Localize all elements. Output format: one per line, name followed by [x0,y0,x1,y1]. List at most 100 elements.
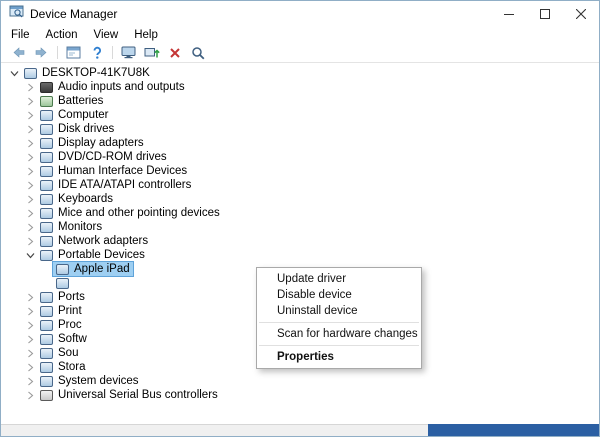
scan-hardware-button[interactable] [186,44,209,62]
chevron-right-icon[interactable] [23,360,37,374]
uninstall-device-icon [169,47,180,58]
maximize-button[interactable] [527,1,563,27]
device-manager-icon [9,5,24,23]
chevron-right-icon[interactable] [23,178,37,192]
tree-item[interactable]: Keyboards [1,192,599,206]
tree-item[interactable]: Disk drives [1,122,599,136]
tree-item[interactable]: System devices [1,374,599,388]
chevron-right-icon[interactable] [23,290,37,304]
usb-icon [40,389,53,401]
tree-item-label: DVD/CD-ROM drives [58,151,167,163]
chevron-right-icon[interactable] [23,374,37,388]
tree-item[interactable]: Computer [1,108,599,122]
chevron-right-icon[interactable] [23,304,37,318]
maximize-icon [540,9,550,19]
tree-item-label: IDE ATA/ATAPI controllers [58,179,192,191]
chevron-right-icon[interactable] [23,108,37,122]
tree-item-label: Computer [58,109,109,121]
window-title: Device Manager [30,7,118,21]
tree-item-label: Stora [58,361,86,373]
context-menu-item[interactable]: Disable device [257,287,421,303]
back-arrow-icon [13,47,25,58]
monitor-icon [121,46,136,59]
chevron-right-icon[interactable] [23,136,37,150]
context-menu-item[interactable]: Scan for hardware changes [257,326,421,342]
update-driver-icon [144,48,160,58]
minimize-button[interactable] [491,1,527,27]
tree-item[interactable]: Portable Devices [1,248,599,262]
chevron-right-icon[interactable] [23,80,37,94]
computer-icon [40,109,53,121]
battery-icon [40,95,53,107]
tree-item[interactable]: Network adapters [1,234,599,248]
tree-item[interactable]: Universal Serial Bus controllers [1,388,599,402]
tree-item-label: Audio inputs and outputs [58,81,185,93]
uninstall-device-button[interactable] [163,44,186,62]
mouse-icon [40,207,53,219]
chevron-down-icon[interactable] [7,66,21,80]
chevron-right-icon[interactable] [23,150,37,164]
system-devices-icon [40,375,53,387]
chevron-right-icon[interactable] [23,220,37,234]
printer-icon [40,305,53,317]
chevron-right-icon[interactable] [23,122,37,136]
tree-item[interactable]: Audio inputs and outputs [1,80,599,94]
hid-icon [40,165,53,177]
chevron-down-icon[interactable] [23,248,37,262]
tree-item-label: Softw [58,333,87,345]
minimize-icon [504,14,514,15]
keyboard-icon [40,193,53,205]
chevron-right-icon[interactable] [23,192,37,206]
tree-item[interactable]: Batteries [1,94,599,108]
tree-item-label: Batteries [58,95,104,107]
chevron-placeholder [39,276,53,290]
chevron-right-icon[interactable] [23,206,37,220]
monitor-icon [40,221,53,233]
chevron-right-icon[interactable] [23,318,37,332]
tree-item-label: Keyboards [58,193,113,205]
tree-item-label: DESKTOP-41K7U8K [42,67,150,79]
tablet-icon [56,263,69,275]
console-window-button[interactable] [62,44,85,62]
tree-item[interactable]: DVD/CD-ROM drives [1,150,599,164]
tree-item[interactable]: Monitors [1,220,599,234]
update-driver-button[interactable] [140,44,163,62]
menu-help[interactable]: Help [126,28,166,42]
display-adapter-icon [40,137,53,149]
tree-item[interactable]: Human Interface Devices [1,164,599,178]
portable-devices-icon [40,249,53,261]
close-button[interactable] [563,1,599,27]
help-button[interactable] [85,44,108,62]
tree-item[interactable]: Mice and other pointing devices [1,206,599,220]
forward-button[interactable] [30,44,53,62]
disk-drive-icon [40,123,53,135]
chevron-right-icon[interactable] [23,94,37,108]
taskbar-fragment [428,424,599,436]
processor-icon [40,319,53,331]
speaker-icon [40,81,53,93]
device-manager-window: Device Manager File Action View Help DES… [0,0,600,437]
storage-icon [40,361,53,373]
scan-hardware-icon [191,46,204,59]
tree-item[interactable]: Display adapters [1,136,599,150]
context-menu: Update driver Disable device Uninstall dev… [256,267,422,369]
context-menu-item[interactable]: Properties [257,349,421,365]
context-menu-item[interactable]: Update driver [257,271,421,287]
chevron-right-icon[interactable] [23,332,37,346]
context-menu-item[interactable]: Uninstall device [257,303,421,319]
tree-item[interactable]: DESKTOP-41K7U8K [1,66,599,80]
sound-icon [40,347,53,359]
software-icon [40,333,53,345]
tree-item[interactable]: IDE ATA/ATAPI controllers [1,178,599,192]
back-button[interactable] [7,44,30,62]
menu-view[interactable]: View [86,28,127,42]
menu-action[interactable]: Action [38,28,86,42]
monitor-button[interactable] [117,44,140,62]
chevron-right-icon[interactable] [23,164,37,178]
menu-separator [259,322,419,323]
chevron-right-icon[interactable] [23,346,37,360]
chevron-right-icon[interactable] [23,234,37,248]
tree-item-label: Display adapters [58,137,144,149]
menu-file[interactable]: File [3,28,38,42]
chevron-right-icon[interactable] [23,388,37,402]
